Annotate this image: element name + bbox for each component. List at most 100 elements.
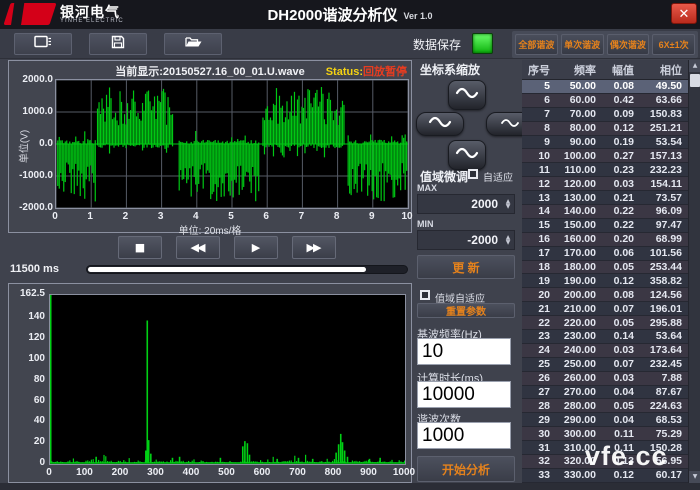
zoom-left-button[interactable]	[416, 112, 464, 136]
scroll-up-icon[interactable]: ▲	[689, 60, 700, 72]
playback-slider[interactable]	[86, 265, 408, 274]
table-row[interactable]: 18180.000.05253.44	[522, 261, 688, 275]
table-cell: 8	[522, 122, 554, 134]
adaptive-checkbox[interactable]	[468, 169, 478, 179]
rewind-button[interactable]: ◀◀	[176, 236, 220, 259]
table-cell: 157.13	[640, 150, 688, 162]
table-cell: 7.88	[640, 372, 688, 384]
table-cell: 9	[522, 136, 554, 148]
fundamental-freq-input[interactable]	[417, 338, 511, 365]
table-cell: 56.95	[640, 455, 688, 467]
table-row[interactable]: 880.000.12251.21	[522, 122, 688, 136]
table-cell: 0.13	[602, 455, 640, 467]
table-row[interactable]: 660.000.4263.66	[522, 94, 688, 108]
table-cell: 68.53	[640, 414, 688, 426]
calc-duration-input[interactable]	[417, 381, 511, 408]
play-button[interactable]: ▶	[234, 236, 278, 259]
playback-status: Status:回放暂停	[326, 63, 407, 79]
table-cell: 21	[522, 303, 554, 315]
display-button[interactable]	[14, 33, 72, 55]
table-row[interactable]: 32320.000.1356.95	[522, 455, 688, 469]
table-row[interactable]: 12120.000.03154.11	[522, 177, 688, 191]
table-cell: 14	[522, 205, 554, 217]
table-row[interactable]: 31310.000.11150.28	[522, 441, 688, 455]
table-row[interactable]: 16160.000.2068.99	[522, 233, 688, 247]
axis-tick-label: 100	[11, 353, 45, 364]
max-spinner[interactable]: 2000 ▲▼	[417, 194, 515, 214]
table-cell: 28	[522, 400, 554, 412]
table-cell: 30	[522, 428, 554, 440]
table-row[interactable]: 19190.000.12358.82	[522, 274, 688, 288]
update-button[interactable]: 更 新	[417, 255, 515, 279]
table-row[interactable]: 10100.000.27157.13	[522, 149, 688, 163]
table-row[interactable]: 11110.000.23232.23	[522, 163, 688, 177]
forward-button[interactable]: ▶▶	[292, 236, 336, 259]
table-cell: 120.00	[554, 178, 602, 190]
filter-button-1[interactable]: 单次谐波	[561, 34, 604, 55]
table-scrollbar[interactable]: ▲ ▼	[688, 60, 700, 483]
min-spinner[interactable]: -2000 ▲▼	[417, 230, 515, 250]
axis-tick-label: 80	[11, 374, 45, 385]
spinner-arrows-icon[interactable]: ▲▼	[502, 235, 514, 245]
table-row[interactable]: 550.000.0849.50	[522, 80, 688, 94]
reset-params-button[interactable]: 重置参数	[417, 303, 515, 318]
table-row[interactable]: 13130.000.2173.57	[522, 191, 688, 205]
table-cell: 32	[522, 455, 554, 467]
table-cell: 232.23	[640, 164, 688, 176]
table-row[interactable]: 15150.000.2297.47	[522, 219, 688, 233]
zoom-down-button[interactable]	[448, 140, 486, 170]
table-cell: 0.21	[602, 192, 640, 204]
axis-tick-label: 100	[76, 467, 93, 478]
table-row[interactable]: 24240.000.03173.64	[522, 344, 688, 358]
spinner-arrows-icon[interactable]: ▲▼	[502, 199, 514, 209]
data-save-indicator[interactable]	[472, 33, 493, 54]
table-row[interactable]: 21210.000.07196.01	[522, 302, 688, 316]
filter-button-2[interactable]: 偶次谐波	[607, 34, 650, 55]
table-cell: 170.00	[554, 247, 602, 259]
table-row[interactable]: 26260.000.037.88	[522, 372, 688, 386]
table-cell: 0.22	[602, 219, 640, 231]
harmonic-count-input[interactable]	[417, 422, 511, 449]
table-cell: 196.01	[640, 303, 688, 315]
table-row[interactable]: 770.000.09150.83	[522, 108, 688, 122]
table-row[interactable]: 33330.000.1260.17	[522, 469, 688, 483]
min-value: -2000	[418, 233, 502, 247]
table-row[interactable]: 17170.000.06101.56	[522, 247, 688, 261]
table-row[interactable]: 22220.000.05295.88	[522, 316, 688, 330]
save-button[interactable]	[89, 33, 147, 55]
table-row[interactable]: 28280.000.05224.63	[522, 399, 688, 413]
start-analysis-button[interactable]: 开始分析	[417, 456, 515, 482]
scrollbar-thumb[interactable]	[690, 74, 700, 87]
table-cell: 0.22	[602, 205, 640, 217]
open-file-button[interactable]	[164, 33, 222, 55]
close-button[interactable]: ✕	[671, 3, 697, 24]
axis-tick-label: 400	[183, 467, 200, 478]
table-row[interactable]: 20200.000.08124.56	[522, 288, 688, 302]
table-cell: 25	[522, 358, 554, 370]
max-label: MAX	[417, 183, 437, 193]
scroll-down-icon[interactable]: ▼	[689, 471, 700, 483]
filter-button-3[interactable]: 6X±1次	[652, 34, 695, 55]
table-cell: 0.42	[602, 94, 640, 106]
playback-slider-fill	[88, 267, 366, 272]
table-row[interactable]: 990.000.1953.54	[522, 136, 688, 150]
table-row[interactable]: 23230.000.1453.64	[522, 330, 688, 344]
axis-tick-label: 7	[299, 211, 305, 222]
axis-tick-label: 162.5	[11, 288, 45, 299]
table-row[interactable]: 27270.000.0487.67	[522, 386, 688, 400]
filter-button-0[interactable]: 全部谐波	[515, 34, 558, 55]
table-cell: 63.66	[640, 94, 688, 106]
zoom-up-button[interactable]	[448, 80, 486, 110]
axis-tick-label: 1	[87, 211, 93, 222]
table-cell: 0.03	[602, 344, 640, 356]
stop-button[interactable]: ■	[118, 236, 162, 259]
table-cell: 0.03	[602, 372, 640, 384]
table-row[interactable]: 25250.000.07232.45	[522, 358, 688, 372]
table-cell: 180.00	[554, 261, 602, 273]
axis-tick-label: 2000.0	[13, 74, 53, 85]
table-row[interactable]: 30300.000.1175.29	[522, 427, 688, 441]
table-row[interactable]: 14140.000.2296.09	[522, 205, 688, 219]
table-row[interactable]: 29290.000.0468.53	[522, 413, 688, 427]
range-adaptive-checkbox[interactable]	[420, 290, 430, 300]
table-cell: 24	[522, 344, 554, 356]
